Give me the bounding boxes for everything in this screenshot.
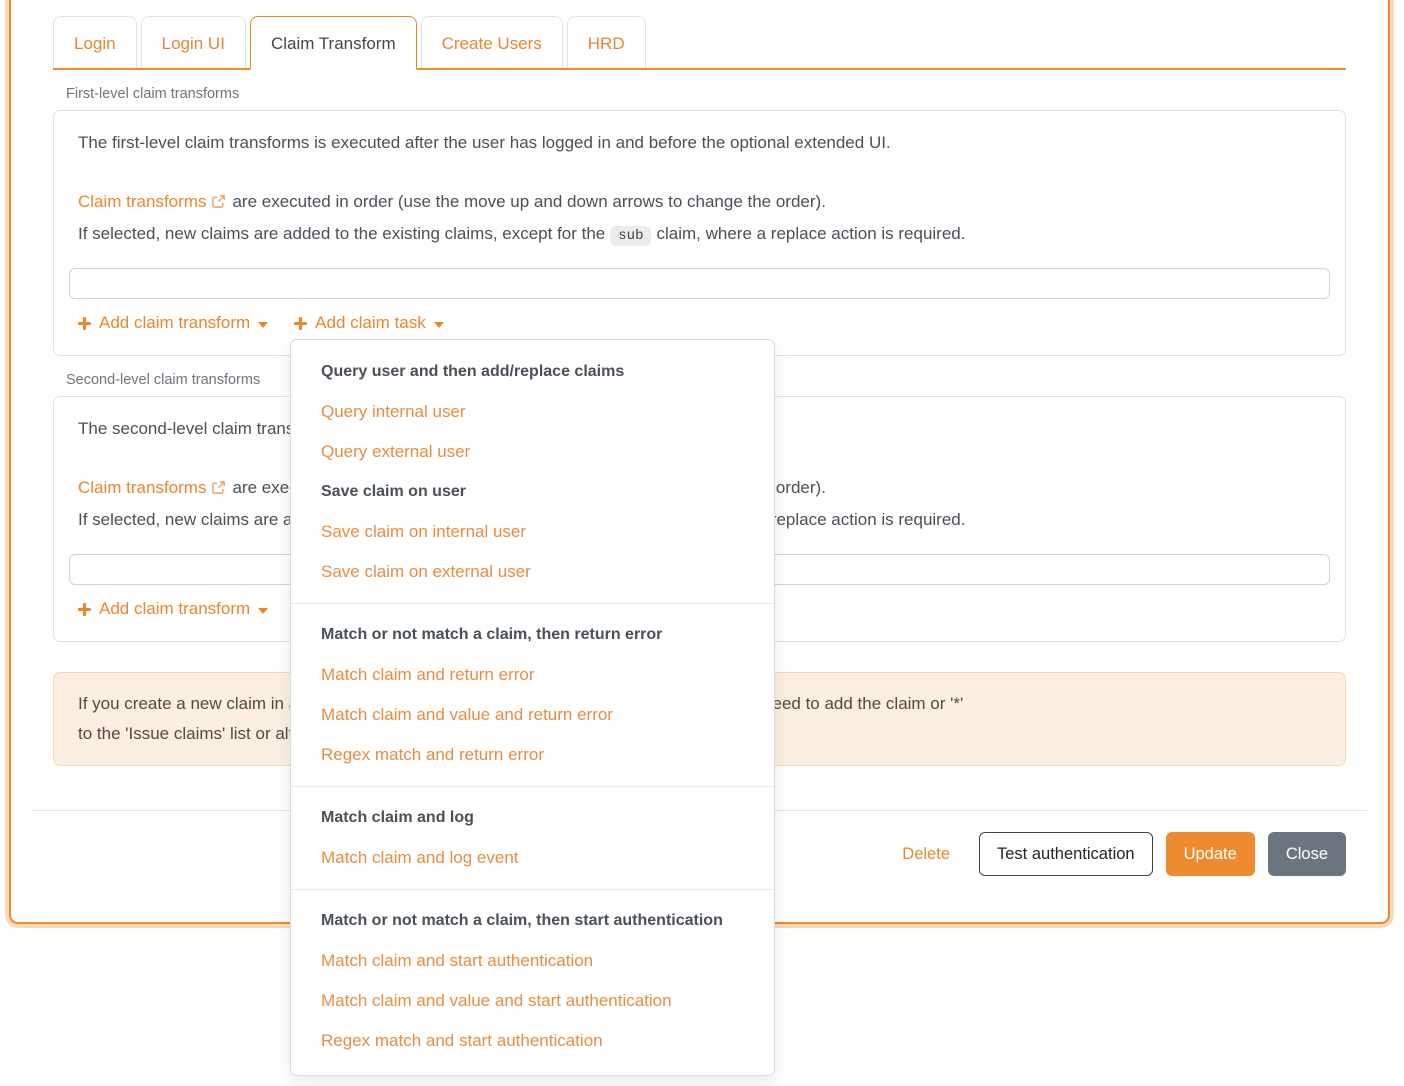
external-link-icon: [211, 189, 226, 219]
tab-claim-transform[interactable]: Claim Transform: [250, 16, 417, 70]
tab-hrd[interactable]: HRD: [567, 16, 646, 68]
dropdown-group-header: Match claim and log: [291, 798, 774, 838]
dropdown-item[interactable]: Query external user: [291, 432, 774, 472]
first-level-replace-line: If selected, new claims are added to the…: [78, 219, 1321, 251]
first-level-claim-transform-input[interactable]: [69, 268, 1330, 299]
dropdown-group-header: Match or not match a claim, then start a…: [291, 901, 774, 941]
order-text: are executed in order (use the move up a…: [232, 192, 825, 211]
sub-claim-chip: sub: [610, 226, 651, 246]
dropdown-divider: [291, 889, 774, 890]
dropdown-item[interactable]: Save claim on external user: [291, 552, 774, 592]
test-authentication-button[interactable]: Test authentication: [979, 832, 1153, 876]
first-level-section-label: First-level claim transforms: [66, 86, 1346, 102]
tab-bar: LoginLogin UIClaim TransformCreate Users…: [53, 16, 1346, 70]
tab-create-users[interactable]: Create Users: [421, 16, 563, 68]
close-button[interactable]: Close: [1268, 832, 1346, 876]
caret-down-icon: [258, 322, 268, 328]
dropdown-item[interactable]: Regex match and start authentication: [291, 1021, 774, 1061]
replace-text-after: claim, where a replace action is require…: [656, 224, 965, 243]
first-level-order-line: Claim transforms are executed in order (u…: [78, 187, 1321, 219]
claim-transforms-link[interactable]: Claim transforms: [78, 478, 206, 497]
add-claim-transform-button[interactable]: Add claim transform: [78, 313, 268, 333]
add-claim-transform-label: Add claim transform: [99, 313, 250, 333]
dropdown-item[interactable]: Match claim and value and start authenti…: [291, 981, 774, 1021]
first-level-add-row: Add claim transform Add claim task: [78, 313, 1321, 333]
plus-icon: [294, 317, 307, 330]
dropdown-item[interactable]: Match claim and value and return error: [291, 695, 774, 735]
external-link-icon: [211, 475, 226, 505]
add-claim-task-button[interactable]: Add claim task: [294, 313, 444, 333]
dropdown-group-header: Query user and then add/replace claims: [291, 352, 774, 392]
dropdown-item[interactable]: Query internal user: [291, 392, 774, 432]
dropdown-item[interactable]: Match claim and return error: [291, 655, 774, 695]
claim-transforms-link[interactable]: Claim transforms: [78, 192, 206, 211]
plus-icon: [78, 603, 91, 616]
dropdown-item[interactable]: Regex match and return error: [291, 735, 774, 775]
update-button[interactable]: Update: [1166, 832, 1255, 876]
dropdown-item[interactable]: Save claim on internal user: [291, 512, 774, 552]
dropdown-divider: [291, 786, 774, 787]
claim-task-dropdown: Query user and then add/replace claimsQu…: [290, 339, 775, 1076]
tab-login-ui[interactable]: Login UI: [141, 16, 246, 68]
first-level-intro-text: The first-level claim transforms is exec…: [78, 128, 1321, 158]
add-claim-transform-button[interactable]: Add claim transform: [78, 599, 268, 619]
dropdown-group-header: Save claim on user: [291, 472, 774, 512]
first-level-claim-transforms-panel: The first-level claim transforms is exec…: [53, 110, 1346, 356]
dropdown-group-header: Match or not match a claim, then return …: [291, 615, 774, 655]
caret-down-icon: [258, 608, 268, 614]
dropdown-item[interactable]: Match claim and start authentication: [291, 941, 774, 981]
caret-down-icon: [434, 322, 444, 328]
add-claim-transform-label: Add claim transform: [99, 599, 250, 619]
add-claim-task-label: Add claim task: [315, 313, 426, 333]
delete-button[interactable]: Delete: [898, 833, 954, 875]
dropdown-divider: [291, 603, 774, 604]
dropdown-item[interactable]: Match claim and log event: [291, 838, 774, 878]
replace-text-before: If selected, new claims are added to the…: [78, 224, 605, 243]
tab-login[interactable]: Login: [53, 16, 137, 68]
plus-icon: [78, 317, 91, 330]
